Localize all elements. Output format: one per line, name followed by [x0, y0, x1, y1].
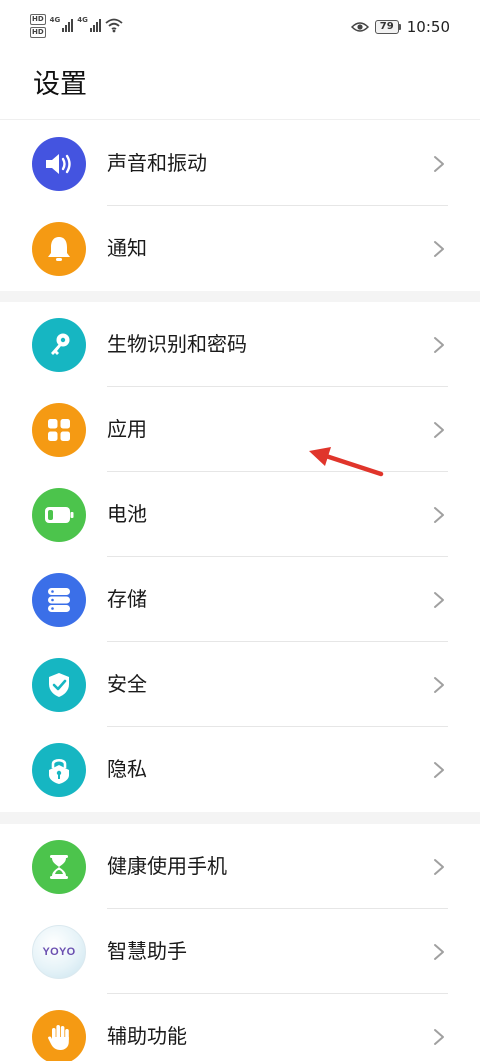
- signal-icon: 4G: [50, 16, 74, 32]
- battery-icon: 79: [374, 20, 401, 34]
- settings-item-security[interactable]: 安全: [0, 642, 480, 727]
- settings-item-biometrics-password[interactable]: 生物识别和密码: [0, 302, 480, 387]
- section-gap: [0, 290, 480, 302]
- settings-item-label: 生物识别和密码: [107, 332, 247, 356]
- hand-icon: [32, 1010, 86, 1061]
- key-icon: [32, 318, 86, 372]
- settings-item-label: 声音和振动: [107, 151, 207, 175]
- chevron-right-icon: [434, 859, 444, 875]
- settings-item-apps[interactable]: 应用: [0, 387, 480, 472]
- chevron-right-icon: [434, 944, 444, 960]
- apps-grid-icon: [32, 403, 86, 457]
- settings-item-accessibility[interactable]: 辅助功能: [0, 994, 480, 1061]
- chevron-right-icon: [434, 337, 444, 353]
- settings-item-label: 健康使用手机: [107, 854, 227, 878]
- settings-item-label: 存储: [107, 587, 147, 611]
- section-gap: [0, 812, 480, 824]
- yoyo-icon: YOYO: [32, 925, 86, 979]
- settings-item-label: 电池: [107, 502, 147, 526]
- storage-icon: [32, 573, 86, 627]
- settings-item-label: 应用: [107, 417, 147, 441]
- settings-item-storage[interactable]: 存储: [0, 557, 480, 642]
- page-title: 设置: [33, 69, 87, 100]
- chevron-right-icon: [434, 507, 444, 523]
- status-right: 79 10:50: [350, 18, 450, 36]
- yoyo-logo-text: YOYO: [42, 946, 76, 958]
- chevron-right-icon: [434, 762, 444, 778]
- hd-badge: HD: [30, 27, 46, 38]
- settings-item-label: 智慧助手: [107, 939, 187, 963]
- wifi-icon: [105, 18, 123, 33]
- status-left: HD HD 4G 4G: [30, 14, 123, 38]
- speaker-icon: [32, 137, 86, 191]
- header-divider: [0, 119, 480, 120]
- settings-item-privacy[interactable]: 隐私: [0, 727, 480, 812]
- hourglass-icon: [32, 840, 86, 894]
- settings-item-digital-balance[interactable]: 健康使用手机: [0, 824, 480, 909]
- settings-item-label: 辅助功能: [107, 1024, 187, 1048]
- chevron-right-icon: [434, 156, 444, 172]
- chevron-right-icon: [434, 592, 444, 608]
- hd-badge: HD: [30, 14, 46, 25]
- shield-check-icon: [32, 658, 86, 712]
- chevron-right-icon: [434, 422, 444, 438]
- chevron-right-icon: [434, 677, 444, 693]
- settings-item-sound-vibration[interactable]: 声音和振动: [0, 121, 480, 206]
- clock: 10:50: [406, 18, 450, 36]
- status-bar: HD HD 4G 4G 79 10:50: [0, 0, 480, 58]
- privacy-lock-icon: [32, 743, 86, 797]
- settings-item-label: 隐私: [107, 757, 147, 781]
- signal-icon: 4G: [77, 16, 101, 32]
- settings-item-label: 安全: [107, 672, 147, 696]
- chevron-right-icon: [434, 1029, 444, 1045]
- settings-item-label: 通知: [107, 236, 147, 260]
- settings-item-notifications[interactable]: 通知: [0, 206, 480, 291]
- settings-item-battery[interactable]: 电池: [0, 472, 480, 557]
- settings-item-smart-assistant[interactable]: YOYO 智慧助手: [0, 909, 480, 994]
- bell-icon: [32, 222, 86, 276]
- eye-icon: [350, 22, 369, 32]
- chevron-right-icon: [434, 241, 444, 257]
- battery-icon: [32, 488, 86, 542]
